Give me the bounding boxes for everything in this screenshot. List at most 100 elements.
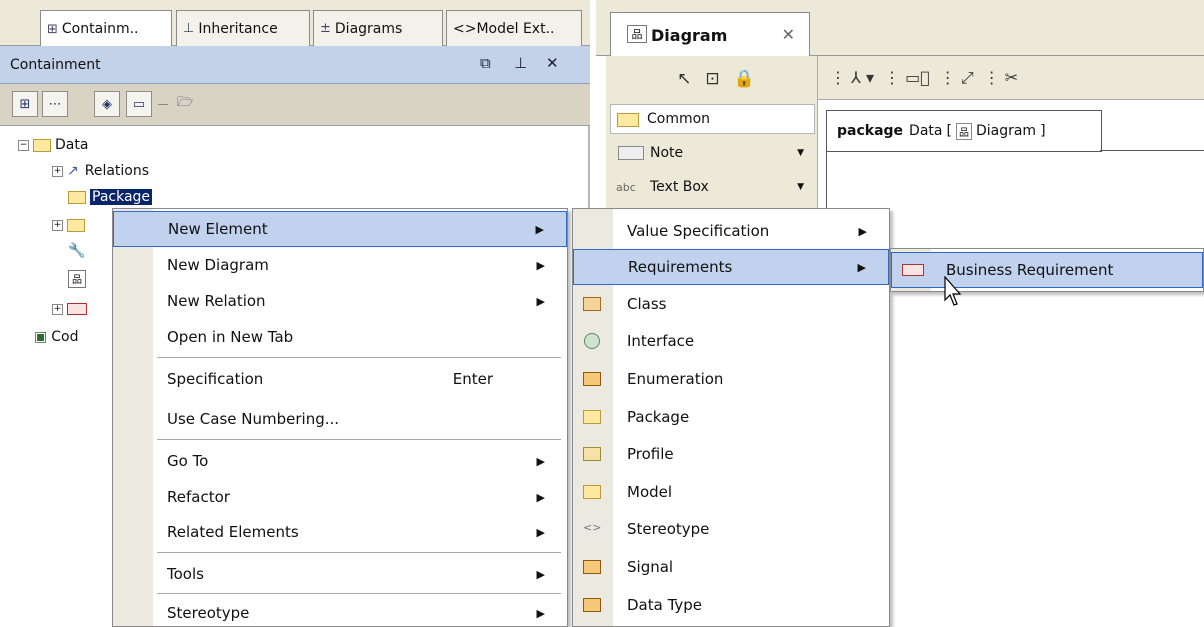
tree-node-tool[interactable]: 🔧 — [68, 240, 85, 262]
menu-item-label: Class — [627, 295, 667, 313]
lock-icon[interactable]: 🔒 — [734, 69, 755, 89]
menu-item-tools[interactable]: Tools ▶ — [113, 556, 567, 592]
menu-item-value-specification[interactable]: Value Specification ▶ — [573, 213, 889, 249]
insert-frame-icon[interactable]: ⋮ ▭⃕ — [884, 68, 930, 87]
expand-icon[interactable]: + — [52, 303, 63, 315]
pointer-icon[interactable]: ↖ — [677, 69, 691, 89]
expand-icon[interactable]: + — [52, 219, 63, 231]
tab-diagrams[interactable]: ± Diagrams — [313, 10, 443, 46]
dropdown-icon[interactable]: ▼ — [797, 148, 804, 158]
layout-icon[interactable]: ⋮ ⅄ ▾ — [830, 68, 874, 87]
menu-separator — [157, 552, 561, 553]
tab-containment[interactable]: ⊞ Containm.. — [40, 10, 172, 47]
menu-item-label: New Diagram — [167, 256, 269, 274]
close-icon[interactable]: ✕ — [546, 54, 559, 72]
package-frame-header[interactable]: package Data [ 品 Diagram ] — [826, 110, 1102, 152]
tab-model-extension[interactable]: <>Model Ext.. — [446, 10, 582, 46]
diagram-toolbar: ⋮ ⅄ ▾ ⋮ ▭⃕ ⋮ ⤢ ⋮ ✂ — [818, 56, 1204, 100]
menu-item-label: Data Type — [627, 596, 703, 614]
menu-item-label: Tools — [167, 565, 204, 583]
menu-item-new-diagram[interactable]: New Diagram ▶ — [113, 247, 567, 283]
signal-icon — [583, 560, 601, 574]
menu-item-business-requirement[interactable]: Business Requirement — [891, 252, 1203, 288]
collapse-icon[interactable]: − — [18, 139, 29, 151]
tree-node-code[interactable]: ▣ Cod — [34, 326, 78, 348]
submenu-arrow-icon: ▶ — [536, 525, 545, 539]
menu-item-stereotype[interactable]: <> Stereotype — [573, 511, 889, 547]
open-folder-icon[interactable]: 🗁 — [172, 91, 198, 117]
tab-inheritance[interactable]: ⊥ Inheritance — [176, 10, 310, 46]
package-keyword: package — [837, 123, 904, 139]
menu-item-label: Value Specification — [627, 222, 770, 240]
palette-item-note[interactable]: Note ▼ — [614, 138, 814, 168]
relations-icon: ↗ — [67, 163, 79, 179]
tree-node-diagram[interactable]: 品 — [68, 268, 86, 290]
tree-node-data[interactable]: − Data — [18, 134, 88, 156]
model-icon — [583, 485, 601, 499]
menu-item-refactor[interactable]: Refactor ▶ — [113, 479, 567, 515]
tree-node-label: Package — [90, 189, 153, 205]
cut-icon[interactable]: ⋮ ✂ — [984, 68, 1019, 87]
path-style-icon[interactable]: ⋮ ⤢ — [940, 68, 974, 88]
submenu-arrow-icon: ▶ — [858, 224, 867, 238]
diagrams-icon: ± — [320, 21, 331, 36]
menu-item-new-relation[interactable]: New Relation ▶ — [113, 283, 567, 319]
show-elements-icon[interactable]: ▭ — [126, 91, 152, 117]
package-icon — [68, 190, 86, 204]
palette-item-label: Note — [650, 145, 684, 161]
menu-item-enumeration[interactable]: Enumeration — [573, 361, 889, 397]
requirement-icon — [902, 264, 924, 276]
palette-item-label: Text Box — [650, 179, 709, 195]
bracket-open: [ — [946, 123, 952, 139]
menu-item-label: Profile — [627, 445, 674, 463]
expand-all-icon[interactable]: ⊞ — [12, 91, 38, 117]
menu-item-related-elements[interactable]: Related Elements ▶ — [113, 514, 567, 550]
menu-item-label: Signal — [627, 558, 674, 576]
submenu-arrow-icon: ▶ — [536, 490, 545, 504]
menu-item-package[interactable]: Package — [573, 399, 889, 435]
menu-item-profile[interactable]: Profile — [573, 436, 889, 472]
restore-icon[interactable]: ⧉ — [480, 54, 491, 72]
menu-item-interface[interactable]: Interface — [573, 323, 889, 359]
menu-item-go-to[interactable]: Go To ▶ — [113, 443, 567, 479]
menu-item-label: New Relation — [167, 292, 266, 310]
marquee-icon[interactable]: ⊡ — [705, 69, 719, 89]
tree-node-package[interactable]: Package — [68, 186, 153, 208]
menu-item-class[interactable]: Class — [573, 286, 889, 322]
collapse-all-icon[interactable]: ⋯ — [42, 91, 68, 117]
frame-border-top — [1100, 150, 1204, 151]
menu-item-label: Refactor — [167, 488, 230, 506]
menu-item-requirements[interactable]: Requirements ▶ — [573, 249, 889, 285]
tree-node-collapsed[interactable]: + — [52, 214, 89, 236]
menu-item-label: New Element — [168, 220, 268, 238]
menu-item-new-element[interactable]: New Element ▶ — [113, 211, 567, 247]
menu-item-data-type[interactable]: Data Type — [573, 587, 889, 623]
menu-item-model[interactable]: Model — [573, 474, 889, 510]
class-icon — [583, 297, 601, 311]
menu-item-specification[interactable]: Specification Enter — [113, 361, 567, 397]
expand-icon[interactable]: + — [52, 165, 63, 177]
menu-item-signal[interactable]: Signal — [573, 549, 889, 585]
menu-item-label: Go To — [167, 452, 209, 470]
menu-item-label: Use Case Numbering... — [167, 410, 340, 428]
tree-node-relations[interactable]: + ↗ Relations — [52, 160, 149, 182]
menu-item-stereotype[interactable]: Stereotype ▶ — [113, 595, 567, 627]
wrench-icon: 🔧 — [68, 243, 86, 259]
menu-item-open-in-new-tab[interactable]: Open in New Tab — [113, 319, 567, 355]
palette-item-text-box[interactable]: abc Text Box ▼ — [614, 172, 814, 202]
dropdown-icon[interactable]: ▼ — [797, 182, 804, 192]
text-box-icon: abc — [616, 180, 636, 194]
palette-group-label: Common — [647, 111, 711, 127]
palette-group-common[interactable]: Common — [610, 104, 815, 134]
model-icon[interactable]: ◈ — [94, 91, 120, 117]
enumeration-icon — [583, 372, 601, 386]
tab-diagram[interactable]: 品 Diagram ✕ — [610, 12, 810, 57]
pin-icon[interactable]: ⊥ — [514, 54, 527, 72]
menu-shortcut: Enter — [452, 370, 493, 388]
tab-label: Containm.. — [61, 21, 139, 37]
tree-node-requirement[interactable]: + — [52, 298, 87, 320]
data-type-icon — [583, 598, 601, 612]
close-tab-icon[interactable]: ✕ — [782, 25, 795, 44]
submenu-arrow-icon: ▶ — [857, 260, 866, 274]
menu-item-use-case-numbering[interactable]: Use Case Numbering... — [113, 401, 567, 437]
